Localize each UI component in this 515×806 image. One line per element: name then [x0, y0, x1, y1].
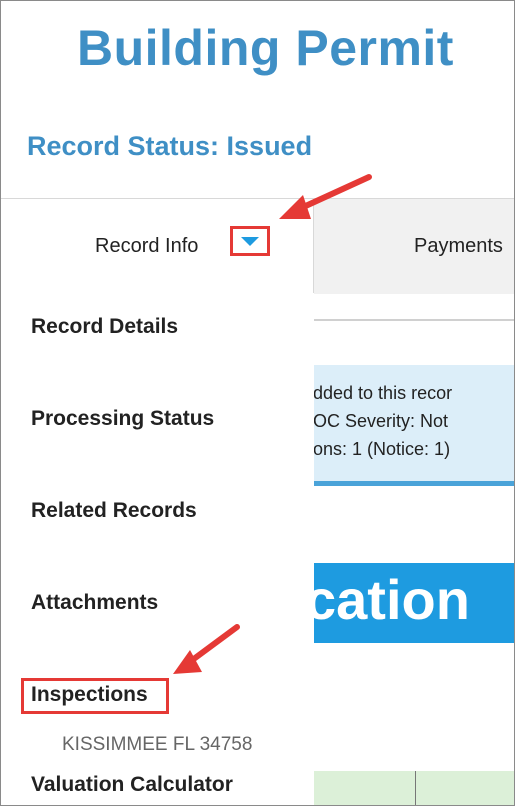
arrow-to-inspections-icon	[173, 624, 240, 674]
page-frame: Building Permit Record Status: Issued Re…	[0, 0, 515, 806]
annotation-arrows	[173, 174, 372, 674]
arrow-to-dropdown-icon	[279, 174, 372, 219]
